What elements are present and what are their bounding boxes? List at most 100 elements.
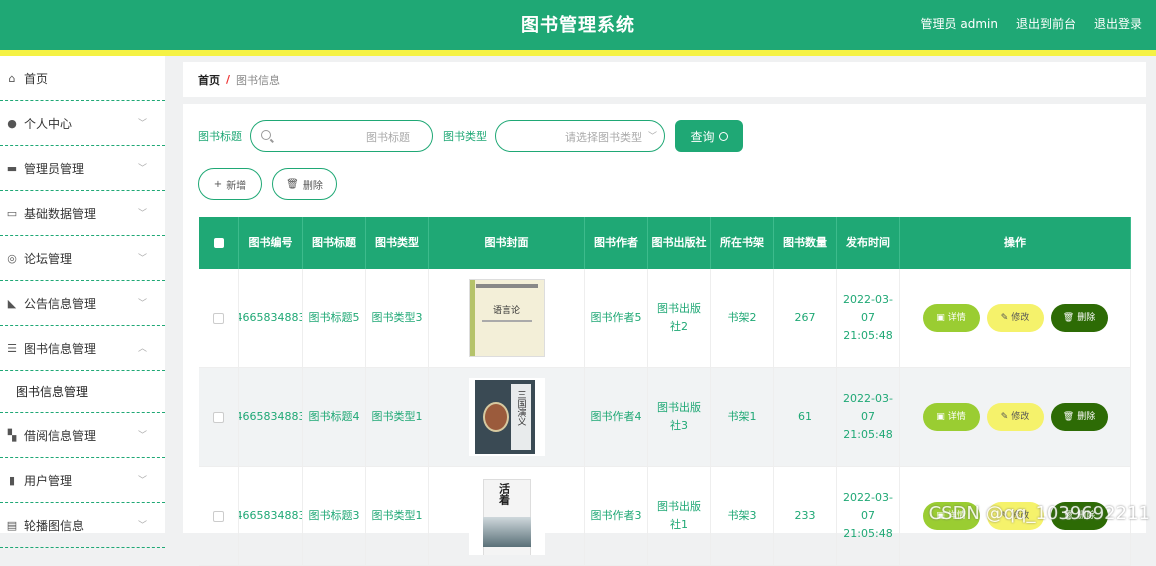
search-bar: 图书标题 图书标题 图书类型 请选择图书类型 ﹀ 查询 [198,120,743,152]
book-cover-cell: 活着 [429,467,585,565]
row-checkbox-cell [199,467,239,565]
sidebar-item-basic-data[interactable]: ▭ 基础数据管理 ﹀ [0,191,165,236]
sidebar-item-label: 轮播图信息 [24,518,85,533]
book-id: 16466583488331 [239,467,303,565]
operations-cell: ▣ 详情 ✎ 修改 🗑 删除 [900,269,1131,367]
breadcrumb: 首页 / 图书信息 [183,62,1146,97]
action-bar: + 新增 🗑 删除 [198,168,337,200]
query-button-label: 查询 [690,129,715,144]
book-author: 图书作者3 [585,467,648,565]
sliders-icon: ☰ [7,341,17,355]
book-count: 61 [774,368,837,466]
book-publisher: 图书出版社3 [648,368,711,466]
sidebar-item-label: 图书信息管理 [24,341,97,356]
book-publisher: 图书出版社1 [648,467,711,565]
book-title: 图书标题3 [303,467,366,565]
add-button[interactable]: + 新增 [198,168,262,200]
chevron-down-icon: ﹀ [137,254,147,264]
table-row: 16466583488339 图书标题4 图书类型1 三国演义 图书作者4 图书… [199,368,1131,467]
book-type: 图书类型3 [366,269,429,367]
chevron-down-icon: ﹀ [137,299,147,309]
row-checkbox-cell [199,269,239,367]
row-checkbox[interactable] [213,312,224,324]
edit-button[interactable]: ✎ 修改 [986,304,1044,332]
column-header: 操作 [900,217,1131,269]
book-author: 图书作者4 [585,368,648,466]
book-shelf: 书架2 [711,269,774,367]
type-filter-label: 图书类型 [443,130,487,143]
title-search-placeholder: 图书标题 [366,131,410,144]
delete-button[interactable]: 🗑 删除 [1050,304,1108,332]
sidebar-item-forum[interactable]: ◎ 论坛管理 ﹀ [0,236,165,281]
book-count: 233 [774,467,837,565]
user-icon: ● [7,116,17,130]
sidebar-item-book-info[interactable]: ☰ 图书信息管理 ︿ [0,326,165,371]
sidebar-item-users[interactable]: ▮ 用户管理 ﹀ [0,458,165,503]
sidebar-item-admin-management[interactable]: ▬ 管理员管理 ﹀ [0,146,165,191]
row-checkbox[interactable] [213,510,224,522]
logout-link[interactable]: 退出登录 [1094,15,1142,32]
trash-icon: 🗑 [286,178,299,190]
submenu-item-book-info[interactable]: 图书信息管理 [0,371,165,413]
book-cover-cell: 语言论 [429,269,585,367]
document-icon: ▤ [6,518,18,532]
edit-icon: ✎ [1000,412,1009,422]
sidebar-item-label: 个人中心 [24,116,73,131]
column-header: 图书编号 [239,217,303,269]
sidebar-item-home[interactable]: ⌂ 首页 [0,56,165,101]
breadcrumb-home[interactable]: 首页 [198,72,220,88]
book-shelf: 书架3 [711,467,774,565]
book-id: 16466583488330 [239,269,303,367]
query-button[interactable]: 查询 [675,120,743,152]
edit-label: 修改 [1011,313,1030,323]
book-title: 图书标题4 [303,368,366,466]
type-select[interactable]: 请选择图书类型 ﹀ [495,120,665,152]
detail-button[interactable]: ▣ 详情 [922,304,980,332]
sidebar-item-label: 借阅信息管理 [24,428,97,443]
row-checkbox-cell [199,368,239,466]
publish-time: 2022-03-07 21:05:48 [837,269,900,367]
select-all-cell[interactable] [199,217,239,269]
detail-button[interactable]: ▣ 详情 [922,403,980,431]
row-checkbox[interactable] [213,411,224,423]
sidebar-item-personal-center[interactable]: ● 个人中心 ﹀ [0,101,165,146]
tickets-icon: ▚ [7,428,17,442]
card-icon: ▭ [6,206,18,220]
book-count: 267 [774,269,837,367]
chevron-down-icon: ﹀ [137,209,147,219]
sidebar-item-announcements[interactable]: ◣ 公告信息管理 ﹀ [0,281,165,326]
edit-button[interactable]: ✎ 修改 [986,403,1044,431]
book-author: 图书作者5 [585,269,648,367]
batch-delete-button[interactable]: 🗑 删除 [272,168,337,200]
sidebar-item-label: 管理员管理 [24,161,85,176]
book-publisher: 图书出版社2 [648,269,711,367]
title-filter-label: 图书标题 [198,130,242,143]
column-header: 图书作者 [585,217,648,269]
detail-icon: ▣ [936,412,945,422]
column-header: 图书数量 [774,217,837,269]
edit-label: 修改 [1011,412,1030,422]
type-select-placeholder: 请选择图书类型 [565,131,642,144]
header-stripe [0,50,1156,56]
sidebar-item-borrowing[interactable]: ▚ 借阅信息管理 ﹀ [0,413,165,458]
column-header: 图书出版社 [648,217,711,269]
cover-title-text: 活着 [497,483,511,505]
sidebar-item-carousel[interactable]: ▤ 轮播图信息 ﹀ [0,503,165,548]
cover-title-text: 语言论 [492,306,520,316]
admin-label: 管理员 admin [920,17,998,31]
delete-button[interactable]: 🗑 删除 [1050,403,1108,431]
delete-label: 删除 [1077,313,1096,323]
back-to-frontend-link[interactable]: 退出到前台 [1016,15,1076,32]
trash-icon: 🗑 [1062,412,1075,422]
book-title: 图书标题5 [303,269,366,367]
column-header: 所在书架 [711,217,774,269]
plus-icon: + [213,178,223,190]
add-button-label: 新增 [226,180,247,192]
title-search-input[interactable]: 图书标题 [250,120,433,152]
home-icon: ⌂ [8,71,16,85]
breadcrumb-separator: / [226,73,231,86]
batch-delete-label: 删除 [302,180,323,192]
top-header: 图书管理系统 管理员 admin 退出到前台 退出登录 [0,0,1156,56]
select-all-checkbox[interactable] [213,238,224,248]
cover-decoration [475,284,538,288]
